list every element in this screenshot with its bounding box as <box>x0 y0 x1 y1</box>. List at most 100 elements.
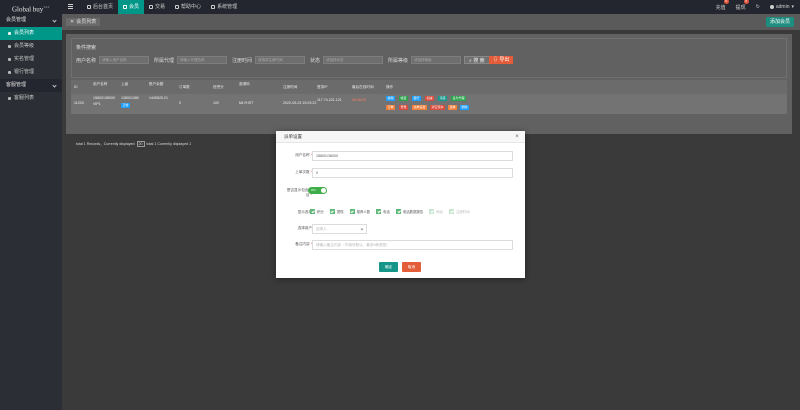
nav-trade[interactable]: 交易 <box>144 0 170 14</box>
set-agent-button[interactable]: 设为代理 <box>451 96 467 101</box>
user-menu[interactable]: admin ▾ <box>769 4 794 10</box>
export-button[interactable]: ⇩ 导出 <box>489 56 514 64</box>
show-items-toggle[interactable]: ON <box>308 187 327 194</box>
check-phone[interactable]: 电话 <box>376 209 390 214</box>
check-label: 提现 <box>336 210 344 214</box>
status-filter-select[interactable]: 请选择状态 <box>323 56 384 64</box>
cart-icon <box>149 5 154 9</box>
column-header: 上级 <box>121 82 129 86</box>
sidebar: 会员管理 会员列表 会员等级 实名管理 银行管理 客服管理 客服列表 <box>0 14 62 410</box>
column-header: 订单数 <box>179 85 190 89</box>
user-name: admin <box>775 4 790 10</box>
sidebar-item-label: 会员等级 <box>14 43 35 49</box>
table-row[interactable]: 11203 15800138000 VIP1 138001380 正常 1445… <box>71 94 787 114</box>
checkbox <box>429 209 435 214</box>
check-points[interactable]: 积分 <box>310 209 324 214</box>
table-header: ID 用户名称 上级 账户余额 订单数 信誉分 邀请码 注册时间 登录IP 最后… <box>71 80 787 94</box>
edit-button[interactable]: 编辑 <box>386 96 396 101</box>
username-filter: 用户名称 请输入用户名称 <box>76 56 150 64</box>
close-icon[interactable]: × <box>514 134 520 140</box>
check-reg-time[interactable]: 注册时间 <box>449 209 470 214</box>
regtime-filter-input[interactable]: 请选择注册时间 <box>255 56 306 64</box>
withdraw-count-badge: 0 <box>743 0 749 4</box>
pager-text: total 1 Currently displayed 1 <box>146 142 192 146</box>
remark-label: 备注内容 <box>295 242 310 246</box>
field-label: 用户名称 <box>76 57 97 64</box>
nav-home[interactable]: 后台首页 <box>82 0 118 14</box>
column-header: 注册时间 <box>283 85 298 89</box>
headset-icon <box>8 97 11 100</box>
check-referrals[interactable]: 推荐人数 <box>349 209 370 214</box>
clear-flow-button[interactable]: 清空流水 <box>430 105 446 110</box>
withdraw-link[interactable]: 提现 0 <box>736 0 749 11</box>
form-label: 用户名称 * <box>295 153 312 157</box>
menu-toggle-icon[interactable] <box>68 4 73 9</box>
balance-log-button[interactable]: 帐变 <box>399 96 409 101</box>
close-icon[interactable]: ✕ <box>70 18 74 26</box>
sidebar-group-label: 客服管理 <box>6 82 27 88</box>
cell-reg-time: 2022-05-23 19:23:22 <box>283 101 317 105</box>
chevron-down-icon: ▾ <box>791 4 794 10</box>
count-row: 上单次数 * 0 <box>276 168 525 178</box>
add-member-button[interactable]: 添加会员 <box>765 17 794 27</box>
recharge-link[interactable]: 充值 0 <box>716 0 729 11</box>
search-panel-title: 条件搜索 <box>76 45 97 51</box>
cell-last-online: 06:36:29 <box>352 98 366 102</box>
user-select[interactable]: 选择人 <box>312 224 367 234</box>
level-icon <box>8 45 11 48</box>
right-tools: 充值 0 提现 0 ↻ admin ▾ <box>716 0 794 14</box>
page-size-select[interactable]: 20 <box>136 141 145 147</box>
tab-label: 会员列表 <box>76 19 97 25</box>
toggle-state: ON <box>311 188 316 192</box>
chain-button[interactable]: 连单 <box>448 105 458 110</box>
nav-label: 系统管理 <box>217 4 238 10</box>
search-button[interactable]: ⌕ 搜 索 <box>464 56 490 64</box>
export-button-label: 导出 <box>499 57 510 63</box>
cell-orders: 0 <box>179 101 181 105</box>
cancel-button[interactable]: 取消 <box>402 262 421 272</box>
tab-member-list[interactable]: ✕ 会员列表 <box>66 18 101 26</box>
sidebar-group-label: 会员管理 <box>6 17 27 23</box>
checkbox <box>349 209 355 214</box>
sidebar-item-bank[interactable]: 银行管理 <box>0 66 62 79</box>
sidebar-item-member-list[interactable]: 会员列表 <box>0 27 62 40</box>
sidebar-group-members[interactable]: 会员管理 <box>0 14 62 27</box>
freeze-button[interactable]: 冻结 <box>438 96 448 101</box>
check-withdraw[interactable]: 提现 <box>329 209 344 214</box>
level-filter-select[interactable]: 请选择等级 <box>411 56 462 64</box>
remark-field[interactable]: 请输入备注内容（不填写默认，最多5种类型） <box>312 240 513 250</box>
nav-members[interactable]: 会员 <box>118 0 145 14</box>
sidebar-item-member-level[interactable]: 会员等级 <box>0 40 62 53</box>
delete-button[interactable]: 删除 <box>460 105 470 110</box>
username-filter-input[interactable]: 请输入用户名称 <box>99 56 150 64</box>
username-label: 用户名称 <box>295 153 310 157</box>
remark-row: 备注内容 * 请输入备注内容（不填写默认，最多5种类型） <box>276 240 525 250</box>
sidebar-group-service[interactable]: 客服管理 <box>0 79 62 92</box>
cell-balance: 1445525.21 <box>149 96 168 100</box>
confirm-button[interactable]: 确定 <box>379 262 398 272</box>
orders-button[interactable]: 订单 <box>386 105 396 110</box>
sidebar-item-service-list[interactable]: 客服列表 <box>0 92 62 105</box>
bank-button[interactable]: 银行 <box>412 96 422 101</box>
check-label: 地址 <box>436 210 444 214</box>
refresh-icon[interactable]: ↻ <box>756 4 760 10</box>
nav-system[interactable]: 系统管理 <box>206 0 242 14</box>
column-header: 登录IP <box>317 85 328 89</box>
count-field[interactable]: 0 <box>312 168 513 178</box>
brand-logo[interactable]: Global buyV4.0 <box>0 0 62 14</box>
chevron-down-icon <box>360 227 364 231</box>
login-button[interactable]: 登录 <box>399 105 409 110</box>
sidebar-item-realname[interactable]: 实名管理 <box>0 53 62 66</box>
check-label: 注册时间 <box>456 210 470 214</box>
chevron-down-icon <box>52 18 57 23</box>
nav-help[interactable]: 帮助中心 <box>170 0 206 14</box>
check-address[interactable]: 地址 <box>429 209 443 214</box>
check-phone-report[interactable]: 电话数据报告 <box>395 209 423 214</box>
dispatch-settings-button[interactable]: 派单设置 <box>412 105 428 110</box>
agent-filter-input[interactable]: 请输入代理名称 <box>177 56 228 64</box>
cell-credit: 100 <box>213 101 219 105</box>
adjust-button[interactable]: 加减 <box>425 96 435 101</box>
cell-invite-code: MLYHST <box>239 101 254 105</box>
username-field[interactable]: 15800138000 <box>312 151 513 161</box>
home-icon <box>87 5 91 9</box>
